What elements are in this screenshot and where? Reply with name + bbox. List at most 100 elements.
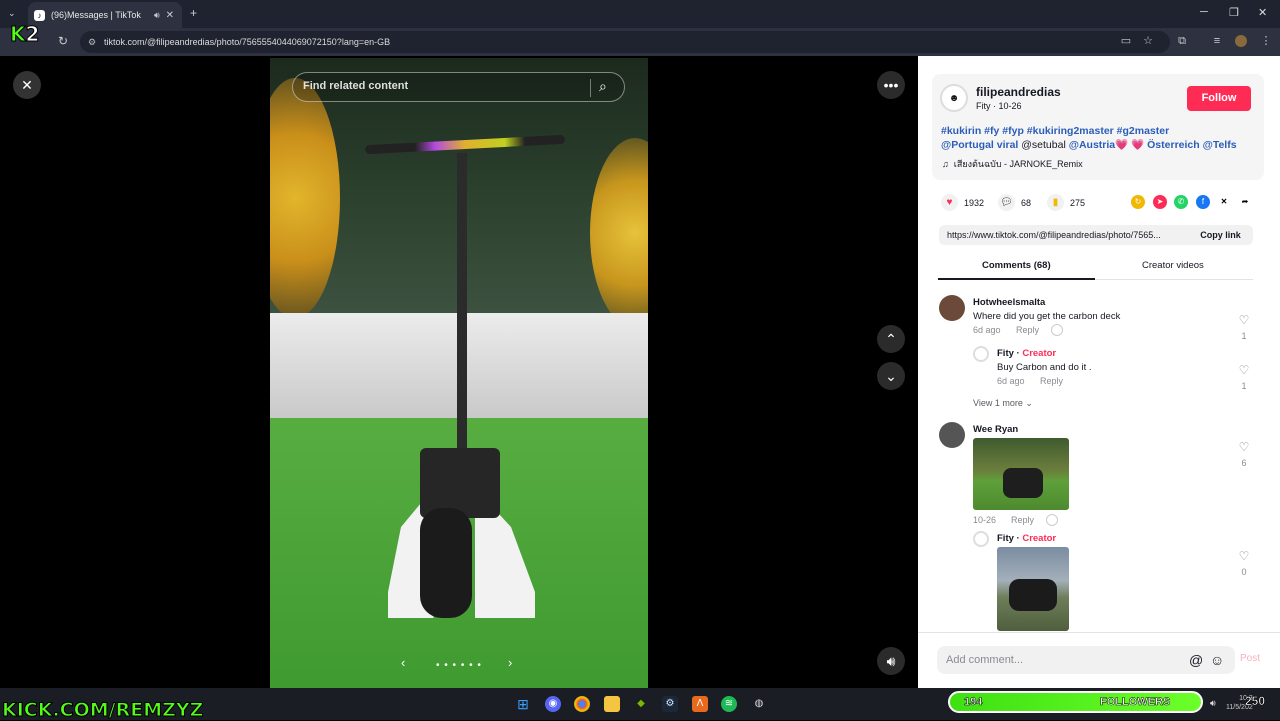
reload-icon[interactable]: ↻ — [58, 34, 68, 48]
comment-like[interactable]: ♡ 1 — [1234, 311, 1254, 341]
avatar[interactable] — [973, 531, 989, 547]
view-more-replies[interactable]: View 1 more ⌄ — [973, 398, 1033, 409]
avatar[interactable] — [939, 422, 965, 448]
creator-liked-avatar — [1051, 324, 1063, 336]
heart-outline-icon[interactable]: ♡ — [1239, 549, 1250, 563]
music-info[interactable]: ♫ เสียงต้นฉบับ - JARNOKE_Remix — [942, 157, 1083, 171]
carousel-next-icon[interactable]: › — [508, 655, 512, 670]
browser-menu-icon[interactable]: ⋮ — [1260, 35, 1272, 47]
nvidia-icon[interactable]: ◆ — [633, 696, 649, 712]
reply-time: 6d ago — [997, 376, 1025, 386]
reply-author[interactable]: Fity · Creator — [997, 348, 1056, 359]
reply-button[interactable]: Reply — [1016, 325, 1039, 335]
reply-like[interactable]: ♡ 0 — [1234, 547, 1254, 577]
window-close-icon[interactable]: ✕ — [1258, 6, 1267, 19]
more-options-button[interactable]: ••• — [877, 71, 905, 99]
heart-outline-icon[interactable]: ♡ — [1239, 440, 1250, 454]
save-stat[interactable]: ▮ 275 — [1047, 194, 1085, 211]
comment-author[interactable]: Wee Ryan — [973, 424, 1018, 435]
search-icon[interactable]: ⌕ — [599, 78, 617, 96]
author-avatar[interactable]: ☻ — [940, 84, 968, 112]
mention-icon[interactable]: @ — [1189, 646, 1203, 674]
spotify-icon[interactable]: ≋ — [721, 696, 737, 712]
comment-like[interactable]: ♡ 6 — [1234, 438, 1254, 468]
reply-like-count: 1 — [1241, 381, 1247, 391]
extensions-icon[interactable]: ⧉ — [1176, 35, 1188, 47]
post-comment-button[interactable]: Post — [1240, 653, 1260, 664]
mention-osterreich[interactable]: Österreich — [1147, 139, 1200, 151]
music-title: เสียงต้นฉบับ - JARNOKE_Remix — [953, 159, 1083, 169]
site-info-icon[interactable]: ⚙︎ — [88, 31, 96, 53]
volume-tray-icon[interactable]: 🔊︎ — [1210, 698, 1216, 709]
whatsapp-icon[interactable]: ✆ — [1174, 195, 1188, 209]
windows-start-icon[interactable]: ⊞ — [515, 696, 531, 712]
add-comment-placeholder: Add comment... — [946, 654, 1024, 666]
tab-list-icon[interactable]: ⌄ — [8, 8, 16, 19]
mention-portugal[interactable]: @Portugal viral — [941, 139, 1018, 151]
file-explorer-icon[interactable] — [604, 696, 620, 712]
carousel-dots: • • • • • • — [436, 660, 482, 671]
mention-telfs[interactable]: @Telfs — [1203, 139, 1237, 151]
tab-comments[interactable]: Comments (68) — [982, 260, 1051, 271]
emoji-icon[interactable]: ☺ — [1210, 646, 1224, 674]
restore-icon[interactable]: ❐ — [1229, 6, 1239, 19]
carousel-prev-icon[interactable]: ‹ — [401, 655, 405, 670]
heart-outline-icon[interactable]: ♡ — [1239, 313, 1250, 327]
discord-icon[interactable]: ◉ — [545, 696, 561, 712]
tab-creator-videos[interactable]: Creator videos — [1142, 260, 1204, 271]
repost-icon[interactable]: ↻ — [1131, 195, 1145, 209]
volume-button[interactable]: 🔊︎ — [877, 647, 905, 675]
url-field[interactable]: ⚙︎ tiktok.com/@filipeandredias/photo/756… — [80, 31, 1170, 53]
reply-button[interactable]: Reply — [1040, 376, 1063, 386]
add-comment-input[interactable]: Add comment... @ ☺ — [937, 646, 1235, 674]
obs-icon[interactable]: ◍ — [751, 696, 767, 712]
mention-austria[interactable]: @Austria — [1069, 139, 1115, 151]
reply-author[interactable]: Fity · Creator — [997, 533, 1056, 544]
facebook-icon[interactable]: f — [1196, 195, 1210, 209]
reply-button[interactable]: Reply — [1011, 515, 1034, 525]
profile-avatar-icon[interactable] — [1235, 35, 1247, 47]
cast-icon[interactable]: ▭ — [1120, 35, 1132, 47]
follow-button[interactable]: Follow — [1187, 86, 1251, 111]
send-icon[interactable]: ➤ — [1153, 195, 1167, 209]
comment-icon[interactable]: 💬︎ — [998, 194, 1015, 211]
copy-link-button[interactable]: Copy link — [1188, 225, 1253, 245]
comment-author[interactable]: Hotwheelsmalta — [973, 297, 1045, 308]
chrome-icon[interactable] — [574, 696, 590, 712]
scooter-wheel — [420, 508, 472, 618]
hashtags[interactable]: #kukirin #fy #fyp #kukiring2master #g2ma… — [941, 125, 1169, 137]
heart-icon[interactable]: ♥ — [941, 194, 958, 211]
browser-tab-bar: ⌄ ♪ (96)Messages | TikTok 🔊︎ ✕ + ─ ❐ ✕ — [0, 0, 1280, 28]
new-tab-icon[interactable]: + — [190, 6, 197, 20]
more-share-icon[interactable]: ➦ — [1238, 195, 1252, 209]
close-tab-icon[interactable]: ✕ — [166, 10, 174, 21]
speaker-icon[interactable]: 🔊︎ — [154, 10, 160, 21]
reading-list-icon[interactable]: ≡ — [1211, 35, 1223, 47]
minimize-icon[interactable]: ─ — [1200, 6, 1208, 18]
bookmark-star-icon[interactable]: ☆ — [1142, 35, 1154, 47]
comment-stat[interactable]: 💬︎ 68 — [998, 194, 1031, 211]
next-post-button[interactable]: ⌄ — [877, 362, 905, 390]
previous-post-button[interactable]: ⌃ — [877, 325, 905, 353]
comment-image[interactable] — [973, 438, 1069, 510]
close-viewer-button[interactable]: ✕ — [13, 71, 41, 99]
followers-goal-bar: 194 FOLLOWERS — [948, 691, 1203, 713]
app-icon[interactable]: Λ — [692, 696, 708, 712]
x-icon[interactable]: ✕ — [1217, 195, 1231, 209]
followers-count: 194 — [964, 696, 983, 709]
reply-image[interactable] — [997, 547, 1069, 631]
author-username[interactable]: filipeandredias — [976, 85, 1061, 99]
like-stat[interactable]: ♥ 1932 — [941, 194, 984, 211]
music-note-icon: ♫ — [942, 159, 949, 169]
steam-icon[interactable]: ⚙︎ — [662, 696, 678, 712]
post-photo — [270, 58, 648, 688]
avatar[interactable] — [973, 346, 989, 362]
avatar[interactable] — [939, 295, 965, 321]
reply-like-count: 0 — [1241, 567, 1247, 577]
heart-outline-icon[interactable]: ♡ — [1239, 363, 1250, 377]
reply-author-name: Fity — [997, 533, 1014, 544]
bookmark-icon[interactable]: ▮ — [1047, 194, 1064, 211]
reply-like[interactable]: ♡ 1 — [1234, 361, 1254, 391]
comment-like-count: 1 — [1241, 331, 1247, 341]
related-content-search[interactable]: Find related content ⌕ — [292, 72, 625, 102]
